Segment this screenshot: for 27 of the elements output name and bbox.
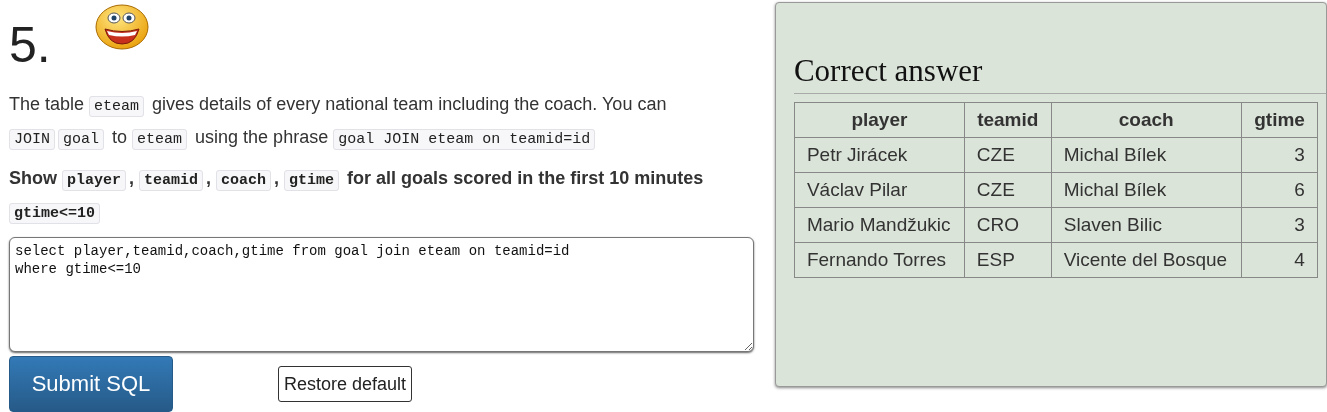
column-header: player xyxy=(794,102,965,138)
table-cell: 6 xyxy=(1241,172,1318,208)
table-cell: Mario Mandžukic xyxy=(794,207,965,243)
table-cell: CZE xyxy=(964,172,1052,208)
column-header: coach xyxy=(1051,102,1242,138)
table-cell: 4 xyxy=(1241,242,1318,278)
table-cell: Michal Bílek xyxy=(1051,137,1242,173)
column-header: gtime xyxy=(1241,102,1318,138)
column-header: teamid xyxy=(964,102,1052,138)
table-cell: ESP xyxy=(964,242,1052,278)
table-cell: CZE xyxy=(964,137,1052,173)
table-cell: CRO xyxy=(964,207,1052,243)
table-cell: Václav Pilar xyxy=(794,172,965,208)
submit-button[interactable]: Submit SQL xyxy=(9,356,173,412)
question-text: Show player , teamid , coach , gtime for all goals scored in the first 10 minutes gtime<=10 xyxy=(9,166,705,226)
question-number: 5. xyxy=(9,20,51,70)
smiley-icon xyxy=(94,4,149,50)
table-cell: Petr Jirácek xyxy=(794,137,965,173)
table-cell: 3 xyxy=(1241,207,1318,243)
table-cell: 3 xyxy=(1241,137,1318,173)
panel-title: Correct answer xyxy=(793,53,1326,94)
sql-editor[interactable]: select player,teamid,coach,gtime from goal join eteam on teamid=id where gtime<=10 xyxy=(9,236,754,352)
table-cell: Michal Bílek xyxy=(1051,172,1242,208)
restore-button[interactable]: Restore default xyxy=(278,366,413,402)
table-cell: Vicente del Bosque xyxy=(1051,242,1242,278)
table-cell: Fernando Torres xyxy=(794,242,965,278)
table-cell: Slaven Bilic xyxy=(1051,207,1242,243)
